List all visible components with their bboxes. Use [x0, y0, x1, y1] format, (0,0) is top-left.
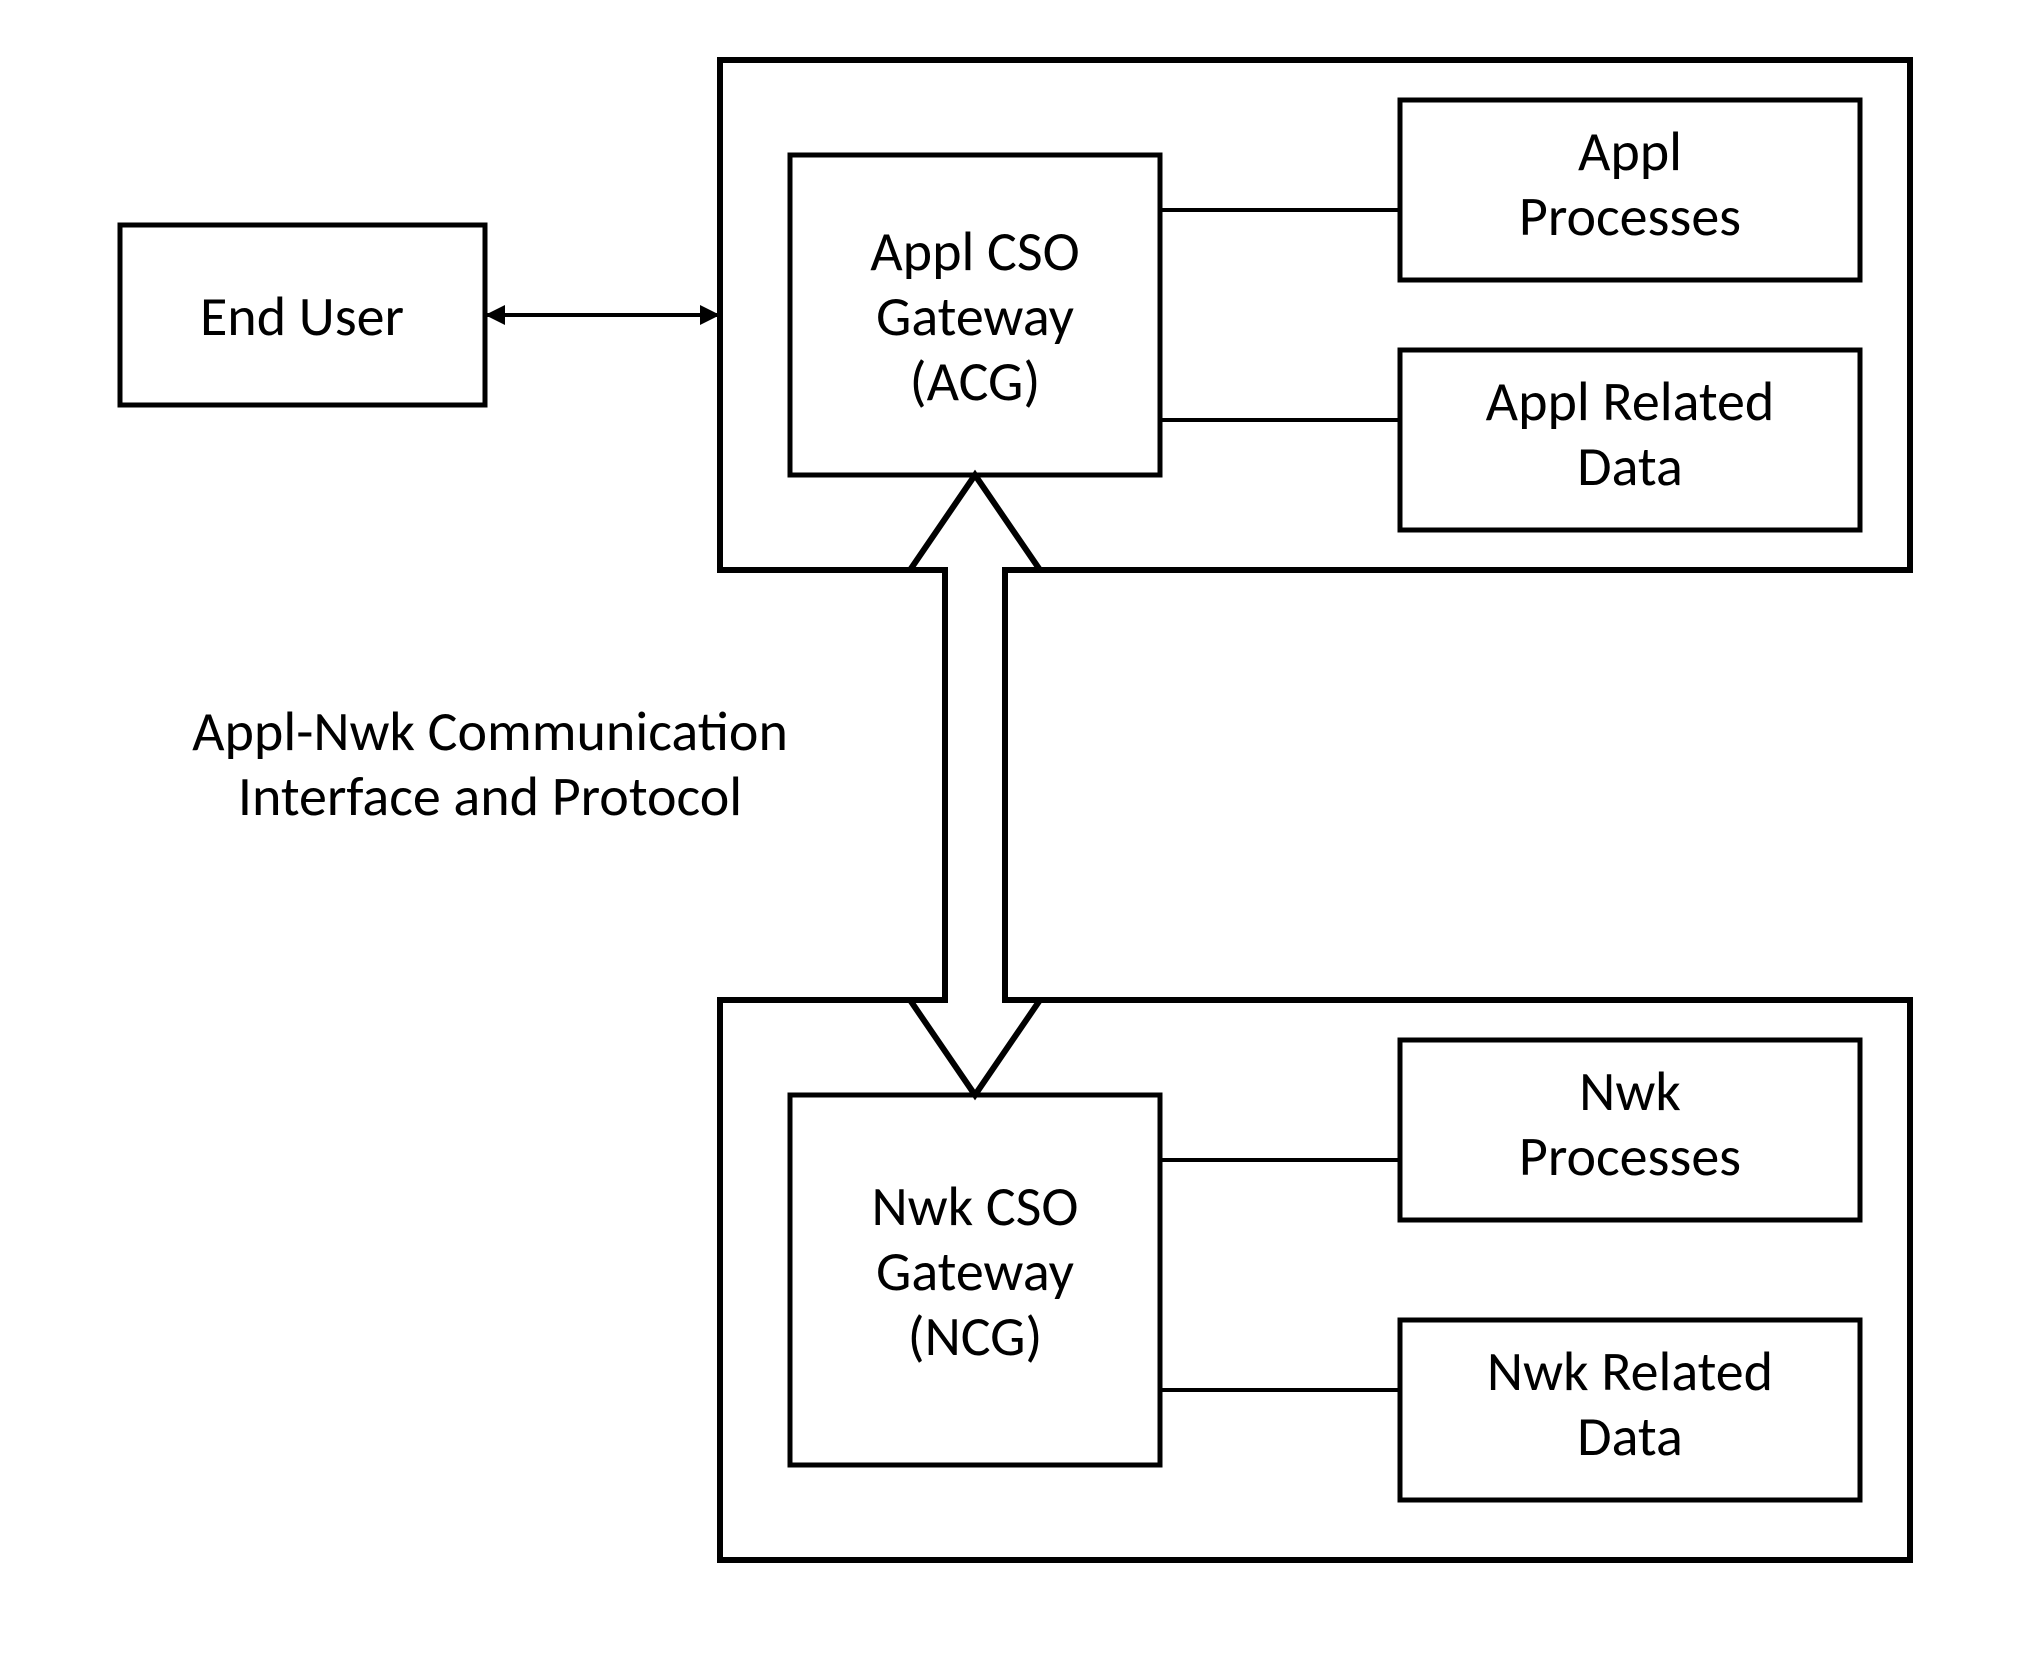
end-user-label: End User — [200, 283, 404, 351]
arrowhead-left-icon — [485, 305, 505, 325]
appl-data-line2: Data — [1577, 433, 1683, 501]
ncg-line3: (NCG) — [908, 1303, 1043, 1371]
appl-data-line1: Appl Related — [1486, 368, 1775, 436]
nwk-data-line1: Nwk Related — [1487, 1338, 1773, 1406]
interface-label-line1: Appl-Nwk Communication — [192, 698, 788, 766]
interface-label-line2: Interface and Protocol — [238, 763, 742, 831]
ncg-line2: Gateway — [876, 1238, 1074, 1306]
appl-nwk-block-arrow-icon — [910, 475, 1040, 1095]
acg-line2: Gateway — [876, 283, 1074, 351]
appl-processes-line1: Appl — [1578, 118, 1682, 186]
acg-line3: (ACG) — [910, 348, 1041, 416]
nwk-processes-line1: Nwk — [1579, 1058, 1681, 1126]
architecture-diagram: End User Appl CSO Gateway (ACG) Appl Pro… — [0, 0, 2030, 1667]
appl-processes-line2: Processes — [1519, 183, 1741, 251]
acg-line1: Appl CSO — [870, 218, 1079, 286]
nwk-processes-line2: Processes — [1519, 1123, 1741, 1191]
ncg-line1: Nwk CSO — [872, 1173, 1079, 1241]
nwk-data-line2: Data — [1577, 1403, 1683, 1471]
